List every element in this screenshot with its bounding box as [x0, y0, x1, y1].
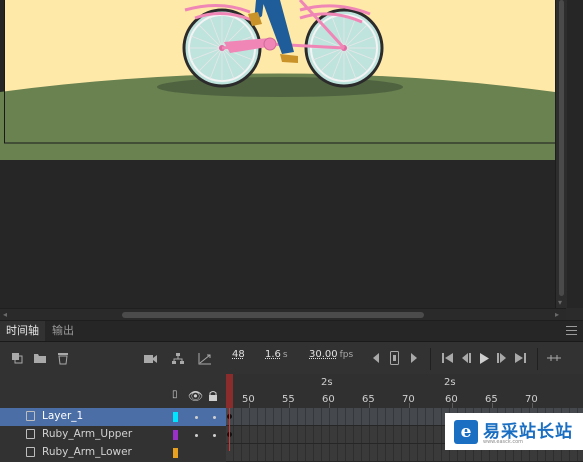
prev-frame-icon[interactable] — [371, 350, 381, 366]
stage-canvas[interactable] — [0, 0, 555, 308]
tab-timeline[interactable]: 时间轴 — [0, 321, 45, 341]
graph-icon[interactable] — [197, 350, 213, 366]
camera-icon[interactable] — [142, 350, 158, 366]
delete-layer-icon[interactable] — [56, 350, 70, 366]
tab-output[interactable]: 输出 — [46, 321, 80, 341]
vertical-scroll-thumb[interactable] — [559, 0, 564, 296]
new-layer-icon[interactable] — [10, 350, 24, 366]
layer-color-swatch[interactable] — [173, 430, 178, 440]
elapsed-time-field[interactable]: 1.6 s — [265, 349, 288, 360]
frame-rate-field[interactable]: 30.00 fps — [309, 349, 353, 360]
horizontal-scroll-thumb[interactable] — [122, 312, 424, 318]
layer-name[interactable]: Layer_1 — [42, 410, 83, 422]
next-frame-icon[interactable] — [409, 350, 419, 366]
step-back-icon[interactable] — [459, 350, 473, 366]
visibility-dot-icon[interactable] — [195, 416, 198, 419]
playhead[interactable] — [226, 374, 233, 408]
first-frame-icon[interactable] — [441, 350, 455, 366]
vertical-scrollbar[interactable]: ▾ — [555, 0, 567, 308]
outline-toggle-icon[interactable]: ▯ — [172, 389, 178, 400]
pedal-crank — [263, 37, 277, 51]
ruler-seconds-label: 2s — [321, 377, 333, 388]
timeline-ruler[interactable]: 2s 2s 50 55 60 65 70 60 65 70 — [226, 374, 583, 409]
visibility-toggle-icon[interactable]: 👁 — [188, 389, 203, 403]
playhead-line — [229, 408, 230, 451]
scroll-down-arrow-icon[interactable]: ▾ — [558, 299, 562, 307]
panel-menu-icon[interactable] — [566, 326, 577, 335]
layer-type-icon — [26, 411, 35, 421]
loop-icon[interactable] — [546, 350, 562, 366]
lock-dot-icon[interactable] — [213, 416, 216, 419]
last-frame-icon[interactable] — [513, 350, 527, 366]
visibility-dot-icon[interactable] — [195, 434, 198, 437]
play-icon[interactable] — [478, 350, 490, 366]
panel-tabs: 时间轴 输出 — [0, 321, 583, 342]
watermark-logo: e — [454, 420, 478, 444]
watermark: e 易采站长站 www.easck.com — [445, 413, 583, 450]
center-playhead-icon[interactable] — [388, 350, 400, 366]
layer-header: ▯ 👁 — [0, 374, 226, 408]
scroll-right-arrow-icon[interactable]: ▸ — [555, 311, 559, 319]
layer-type-icon — [26, 447, 35, 457]
layer-row[interactable]: Ruby_Arm_Lower — [0, 444, 226, 462]
toolbar-divider — [430, 348, 431, 370]
lock-dot-icon[interactable] — [213, 434, 216, 437]
layer-parenting-icon[interactable] — [170, 350, 186, 366]
layer-type-icon — [26, 429, 35, 439]
stage-area[interactable]: ▾ — [0, 0, 583, 308]
toolbar-divider-2 — [537, 348, 538, 370]
layer-row[interactable]: Ruby_Arm_Upper — [0, 426, 226, 444]
layer-row[interactable]: Layer_1 — [0, 408, 226, 426]
current-frame-field[interactable]: 48 — [232, 349, 245, 360]
layer-color-swatch[interactable] — [173, 412, 178, 422]
ruler-seconds-label: 2s — [444, 377, 456, 388]
timeline-toolbar: 48 1.6 s 30.00 fps — [0, 342, 583, 374]
watermark-subtitle: www.easck.com — [483, 439, 524, 445]
step-forward-icon[interactable] — [495, 350, 509, 366]
new-folder-icon[interactable] — [32, 350, 48, 366]
scroll-left-arrow-icon[interactable]: ◂ — [3, 311, 7, 319]
layer-name[interactable]: Ruby_Arm_Lower — [42, 446, 132, 458]
layer-name[interactable]: Ruby_Arm_Upper — [42, 428, 132, 440]
lock-toggle-icon[interactable] — [208, 390, 218, 404]
